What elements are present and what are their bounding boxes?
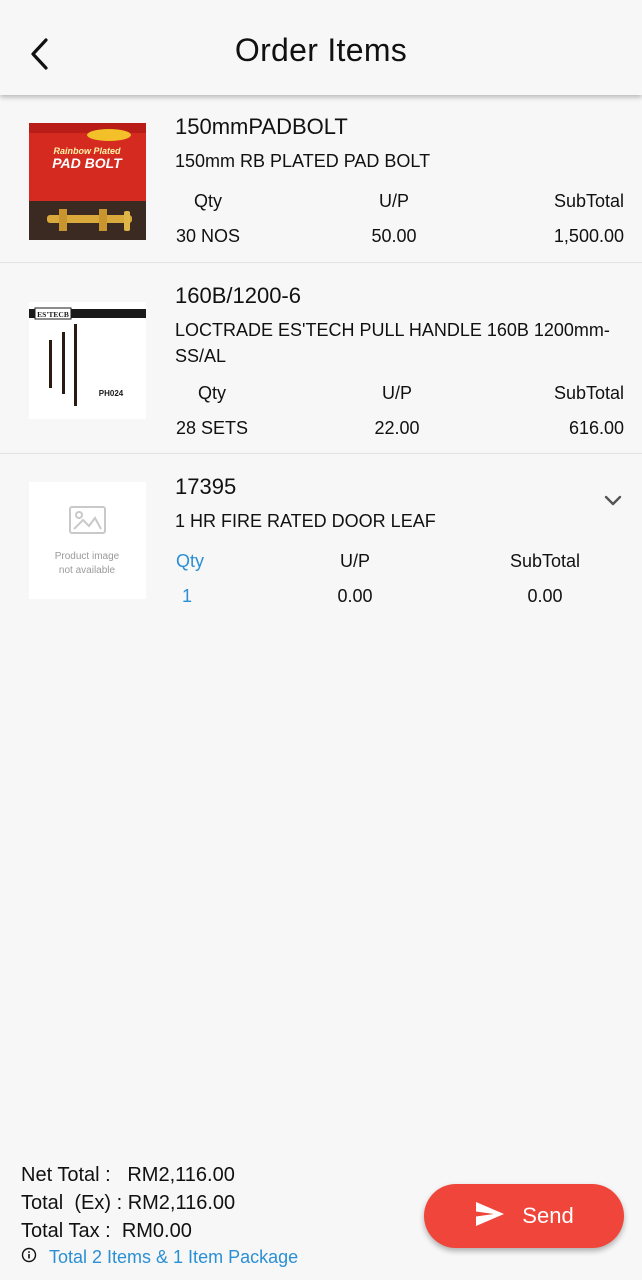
qty-value: 28 SETS bbox=[175, 418, 249, 438]
item-code: 17395 bbox=[175, 474, 237, 499]
total-ex-row: Total (Ex) : RM2,116.00 bbox=[21, 1192, 235, 1215]
item-description: 150mm RB PLATED PAD BOLT bbox=[175, 151, 431, 171]
up-header: U/P bbox=[339, 551, 371, 571]
net-total-label: Net Total : bbox=[21, 1164, 111, 1186]
package-info[interactable]: Total 2 Items & 1 Item Package bbox=[21, 1247, 298, 1268]
order-item[interactable]: Rainbow Plated PAD BOLT 150mmPADBOLT 150… bbox=[0, 95, 642, 263]
info-icon bbox=[21, 1247, 37, 1268]
net-total-row: Net Total : RM2,116.00 bbox=[21, 1164, 235, 1187]
up-value: 0.00 bbox=[337, 586, 373, 606]
qty-header[interactable]: Qty bbox=[176, 551, 204, 572]
net-total-value: RM2,116.00 bbox=[127, 1164, 235, 1186]
order-item[interactable]: Product image not available 17395 1 HR F… bbox=[0, 453, 642, 623]
qty-value: 30 NOS bbox=[175, 226, 241, 246]
qty-header: Qty bbox=[197, 383, 227, 403]
total-tax-value: RM0.00 bbox=[121, 1220, 192, 1242]
item-description: LOCTRADE ES'TECH PULL HANDLE 160B 1200mm… bbox=[175, 320, 610, 366]
subtotal-value: 0.00 bbox=[527, 586, 563, 606]
up-value: 50.00 bbox=[371, 226, 417, 246]
product-image-brand: ES'TECB bbox=[37, 310, 69, 319]
send-icon bbox=[474, 1200, 506, 1233]
up-value: 22.00 bbox=[374, 418, 420, 438]
page-title: Order Items bbox=[234, 32, 408, 68]
total-ex-label: Total (Ex) : bbox=[21, 1192, 123, 1214]
placeholder-text-1: Product image bbox=[55, 551, 120, 562]
placeholder-text-2: not available bbox=[59, 565, 116, 576]
up-header: U/P bbox=[381, 383, 413, 403]
send-label: Send bbox=[522, 1203, 574, 1228]
subtotal-value: 1,500.00 bbox=[553, 226, 624, 246]
product-image-model: PH024 bbox=[99, 389, 124, 398]
total-ex-value: RM2,116.00 bbox=[127, 1192, 236, 1214]
subtotal-header: SubTotal bbox=[553, 191, 624, 211]
product-image: Product image not available bbox=[29, 482, 146, 599]
order-item[interactable]: ES'TECB PH024 160B/1200-6 LOCTRADE ES'TE… bbox=[0, 262, 642, 454]
subtotal-header: SubTotal bbox=[509, 551, 581, 571]
up-header: U/P bbox=[378, 191, 410, 211]
qty-header: Qty bbox=[193, 191, 223, 211]
app-bar: Order Items bbox=[0, 0, 642, 95]
product-image: ES'TECB PH024 bbox=[29, 302, 146, 419]
chevron-down-icon[interactable] bbox=[600, 491, 626, 511]
item-code: 150mmPADBOLT bbox=[175, 114, 348, 139]
subtotal-header: SubTotal bbox=[553, 383, 624, 403]
qty-input[interactable]: 1 bbox=[182, 586, 192, 607]
product-image: Rainbow Plated PAD BOLT bbox=[29, 123, 146, 240]
product-image-text-2: PAD BOLT bbox=[52, 155, 123, 171]
package-info-text[interactable]: Total 2 Items & 1 Item Package bbox=[49, 1247, 298, 1268]
item-code: 160B/1200-6 bbox=[175, 283, 301, 308]
send-button[interactable]: Send bbox=[424, 1184, 624, 1248]
subtotal-value: 616.00 bbox=[568, 418, 624, 438]
item-description: 1 HR FIRE RATED DOOR LEAF bbox=[175, 511, 436, 531]
total-tax-label: Total Tax : bbox=[21, 1220, 111, 1242]
total-tax-row: Total Tax : RM0.00 bbox=[21, 1220, 192, 1243]
